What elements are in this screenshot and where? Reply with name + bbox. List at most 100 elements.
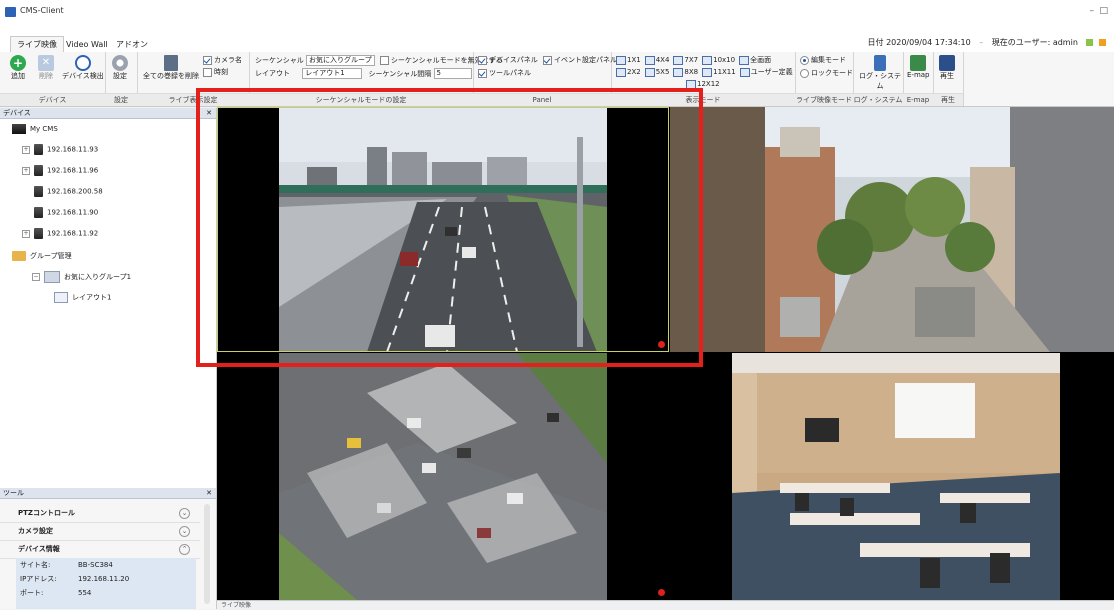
tab-video-wall[interactable]: Video Wall [60, 37, 114, 52]
section-label: カメラ設定 [18, 527, 53, 535]
layout-r1-4[interactable]: 全画面 [739, 55, 772, 65]
camera-name-checkbox[interactable]: カメラ名 [203, 55, 242, 66]
delete-label: 削除 [39, 72, 53, 80]
device-label: 192.168.11.96 [47, 166, 99, 175]
search-icon [74, 55, 91, 71]
event-panel-label: イベント設定パネル [554, 56, 618, 64]
layout-row2: 2X2 5X5 8X8 11X11 ユーザー定義 [616, 67, 797, 78]
expand-icon[interactable]: ⌄ [179, 526, 190, 537]
time-checkbox[interactable]: 時刻 [203, 67, 228, 78]
log-system-button[interactable]: ログ・システム [857, 55, 903, 91]
layout-label: 全画面 [750, 56, 772, 64]
meeting-room-video [732, 353, 1060, 600]
delete-device-button[interactable]: ✕ 削除 [38, 55, 54, 81]
tree-device[interactable]: +192.168.11.93 [22, 144, 98, 155]
settings-button[interactable]: 設定 [112, 55, 128, 81]
layout-grid-icon [616, 67, 626, 77]
tree-device[interactable]: +192.168.11.92 [22, 228, 98, 239]
close-icon[interactable]: ✕ [206, 488, 212, 498]
layout-grid-icon [673, 55, 684, 65]
layout-grid-icon [616, 55, 626, 65]
tree-device[interactable]: +192.168.11.96 [22, 165, 98, 176]
ribbon-group-label: 設定 [105, 93, 137, 106]
section-ptz[interactable]: PTZコントロール ⌄ [0, 504, 200, 523]
playback-label: 再生 [940, 72, 954, 80]
tool-panel-label: ツールパネル [489, 69, 531, 77]
layout-label: レイアウト1 [72, 293, 112, 302]
device-panel-header: デバイス ✕ [0, 108, 216, 119]
tool-panel-checkbox[interactable]: ツールパネル [478, 68, 531, 79]
section-camera-settings[interactable]: カメラ設定 ⌄ [0, 522, 200, 541]
edit-mode-radio[interactable]: 編集モード [800, 55, 846, 66]
tool-panel: ツール ✕ PTZコントロール ⌄ カメラ設定 ⌄ デバイス情報 ⌃ サイト名:… [0, 488, 217, 609]
ribbon-tabs: ライブ映像 Video Wall アドオン 日付 2020/09/04 17:3… [0, 34, 1114, 53]
delete-all-label: 全ての巻録を削除 [143, 72, 199, 80]
layout-row: レイアウト レイアウト1 シーケンシャル間隔 5 [255, 68, 472, 79]
add-device-button[interactable]: + 追加 [10, 55, 26, 81]
expand-icon[interactable]: ⌄ [179, 508, 190, 519]
layout-r2-0[interactable]: 2X2 [616, 67, 641, 77]
minimize-button[interactable]: – [1090, 6, 1095, 16]
ribbon-group-mode: 編集モード ロックモード ライブ映像モード [795, 52, 854, 106]
sequence-row: シーケンシャル お気に入りグループ シーケンシャルモードを無効にする [255, 55, 503, 66]
layout-label: 2X2 [627, 68, 641, 76]
info-value: BB-SC384 [78, 561, 113, 569]
maximize-button[interactable]: □ [1099, 6, 1108, 16]
tree-group-management[interactable]: グループ管理 [12, 251, 72, 262]
layout-r1-3[interactable]: 10x10 [702, 55, 736, 65]
layout-r1-2[interactable]: 7X7 [673, 55, 698, 65]
section-label: PTZコントロール [18, 509, 75, 517]
video-cell-meeting-room[interactable] [670, 353, 1114, 600]
layout-r2-1[interactable]: 5X5 [644, 67, 670, 77]
tab-addon[interactable]: アドオン [110, 37, 154, 52]
tree-favorite-group[interactable]: − お気に入りグループ1 [32, 271, 132, 283]
tree-device[interactable]: +192.168.200.58 [22, 186, 103, 197]
tab-live[interactable]: ライブ映像 [10, 36, 64, 52]
layout-label: ユーザー定義 [750, 68, 793, 76]
tree-device[interactable]: +192.168.11.90 [22, 207, 98, 218]
tool-panel-header: ツール ✕ [0, 488, 216, 499]
section-device-info[interactable]: デバイス情報 ⌃ [0, 540, 200, 559]
current-user-label: 現在のユーザー: admin [991, 38, 1078, 47]
tool-panel-scrollbar[interactable] [204, 504, 210, 604]
layout-label: 5X5 [655, 68, 670, 76]
emap-button[interactable]: E-map [907, 55, 930, 79]
device-panel-checkbox[interactable] [478, 55, 487, 65]
layout-r1-1[interactable]: 4X4 [644, 55, 669, 65]
ribbon-group-label: E-map [903, 93, 933, 106]
tree-root[interactable]: My CMS [12, 124, 58, 135]
video-cell-intersection[interactable] [217, 353, 669, 600]
delete-all-button[interactable]: 全ての巻録を削除 [143, 55, 199, 81]
settings-label: 設定 [113, 72, 127, 80]
favorite-group-label: お気に入りグループ1 [64, 273, 132, 281]
recording-indicator [658, 589, 665, 596]
palette-icon [1099, 39, 1106, 46]
disable-sequence-checkbox[interactable] [379, 56, 389, 65]
collapse-icon[interactable]: ⌃ [179, 544, 190, 555]
layout-r2-3[interactable]: 11X11 [702, 67, 736, 77]
layout-label: 11X11 [713, 68, 736, 76]
video-cell-street[interactable] [670, 107, 1114, 352]
layout-r2-2[interactable]: 8X8 [673, 67, 698, 77]
event-panel-checkbox[interactable] [543, 55, 553, 65]
emap-label: E-map [907, 71, 930, 79]
info-key: IPアドレス: [20, 575, 57, 583]
layout-r2-4[interactable]: ユーザー定義 [739, 67, 793, 77]
playback-button[interactable]: 再生 [939, 55, 955, 81]
layout-label: 1X1 [627, 56, 641, 64]
ribbon-group-label: ログ・システム [853, 93, 903, 106]
ribbon-group-playback: 再生 再生 [933, 52, 964, 106]
layout-r1-0[interactable]: 1X1 [616, 55, 641, 65]
layout-label: 10x10 [713, 56, 736, 64]
tree-layout[interactable]: レイアウト1 [54, 292, 111, 303]
layout-select[interactable]: レイアウト1 [302, 68, 363, 79]
lock-mode-radio[interactable]: ロックモード [800, 68, 853, 79]
intersection-video [279, 353, 607, 600]
favorite-group-select[interactable]: お気に入りグループ [306, 55, 375, 66]
tool-panel-title: ツール [3, 489, 24, 497]
delete-icon: ✕ [38, 55, 54, 71]
device-panel-label: デバイスパネル [489, 56, 538, 64]
window-title: CMS-Client [20, 6, 64, 15]
interval-select[interactable]: 5 [433, 68, 472, 79]
detect-device-button[interactable]: デバイス検出 [62, 55, 104, 81]
